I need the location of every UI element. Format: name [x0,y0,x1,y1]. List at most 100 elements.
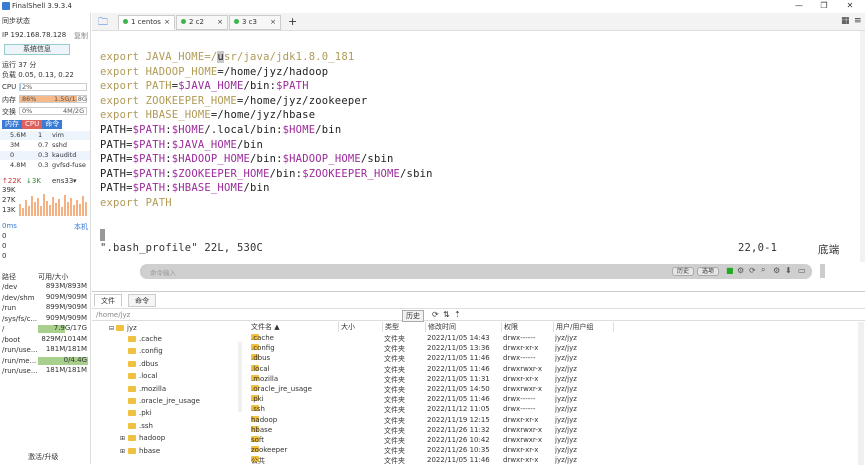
grid-view-icon[interactable]: ▦ [841,16,850,26]
cpu-label: CPU [2,83,17,91]
window-icon[interactable]: ▭ [798,266,806,275]
tab-files[interactable]: 文件 [94,294,122,307]
terminal-scrollbar[interactable] [860,31,865,262]
path-input[interactable]: /home/jyz [96,311,130,319]
column-header[interactable]: 修改时间 [426,322,502,332]
tab-c3[interactable]: 3 c3 × [229,15,281,30]
add-tab-icon[interactable]: + [288,15,297,28]
command-input[interactable]: 命令输入 [150,267,176,277]
process-row[interactable]: 5.6M 1 vim [0,131,90,140]
folder-icon [128,336,136,342]
tree-item[interactable]: .config [120,347,163,355]
history-button[interactable]: 历史 [672,267,695,276]
column-header[interactable]: 用户/用户组 [554,322,614,332]
file-row[interactable]: zookeeper 文件夹 2022/11/26 10:35 drwxr-xr-x jy… [249,446,865,456]
cmd-scroll[interactable] [820,264,825,278]
tree-item[interactable]: .oracle_jre_usage [120,397,200,405]
tab-c2[interactable]: 2 c2 × [176,15,228,30]
maximize-icon[interactable]: ❐ [817,1,831,11]
tree-item-label: .config [139,347,163,356]
net-interface[interactable]: ens33 [52,177,73,185]
column-header[interactable]: 大小 [339,322,383,332]
folder-icon[interactable]: 🗀 [98,15,108,32]
collapse-icon[interactable]: ⊟ [109,325,114,332]
upgrade-link[interactable]: 激活/升级 [28,452,58,462]
tree-item[interactable]: .pki [120,409,152,417]
tab-centos[interactable]: 1 centos × [118,15,175,30]
close-tab-icon[interactable]: × [164,16,170,29]
process-row[interactable]: 4.8M 0.3 gvfsd-fuse [0,161,90,170]
tree-root[interactable]: ⊟ jyz [109,324,137,332]
proc-cmd: kauditd [52,151,77,159]
file-type: 文件夹 [384,396,405,405]
tree-scrollbar[interactable] [238,342,242,412]
file-row[interactable]: 公共 文件夹 2022/11/05 11:46 drwxr-xr-x jyz/jyz [249,456,865,466]
path-history-button[interactable]: 历史 [402,310,424,322]
refresh-icon[interactable]: ⟳ [432,310,439,319]
expand-icon[interactable]: ⊞ [120,435,128,442]
tree-item[interactable]: .ssh [120,422,153,430]
file-row[interactable]: .dbus 文件夹 2022/11/05 11:46 drwx------ jyz/jy… [249,354,865,364]
tree-item[interactable]: .local [120,372,158,380]
terminal-token: $JAVA_HOME [178,80,244,93]
file-manager: 文件 命令 /home/jyz 历史 ⟳ ⇅ ⇡ ⊟ jyz .cache .con… [92,291,865,466]
terminal-line: export PATH [100,197,172,209]
file-row[interactable]: soft 文件夹 2022/11/26 10:42 drwxrwxr-x jyz/jyz [249,436,865,446]
close-tab-icon[interactable]: × [217,16,223,29]
proc-tab-mem[interactable]: 内存 [2,120,22,129]
file-owner: jyz/jyz [555,415,577,424]
swap-value: 4M/2G [63,107,85,115]
ping-row: 0 [2,252,7,260]
tree-item[interactable]: .cache [120,335,162,343]
file-row[interactable]: .oracle_jre_usage 文件夹 2022/11/05 14:50 drwx… [249,385,865,395]
refresh-icon[interactable]: ⟳ [749,266,756,275]
file-row[interactable]: .ssh 文件夹 2022/11/12 11:05 drwx------ jyz/jyz [249,405,865,415]
column-header[interactable]: 权限 [502,322,554,332]
tree-item[interactable]: .dbus [120,360,158,368]
search-icon[interactable]: ⌕ [761,265,765,275]
file-row[interactable]: .pki 文件夹 2022/11/05 11:46 drwx------ jyz/jyz [249,395,865,405]
close-tab-icon[interactable]: × [270,16,276,29]
file-row[interactable]: .mozilla 文件夹 2022/11/05 11:31 drwxr-xr-x jyz… [249,374,865,385]
menu-icon[interactable]: ≡ [854,16,862,26]
file-scrollbar[interactable] [858,322,864,465]
process-row[interactable]: 0 0.3 kauditd [0,151,90,160]
column-header[interactable]: 类型 [383,322,426,332]
sysinfo-button[interactable]: 系统信息 [4,44,70,55]
file-type: 文件夹 [384,375,405,384]
minimize-icon[interactable]: — [792,1,806,11]
file-row[interactable]: .cache 文件夹 2022/11/05 14:43 drwx------ jyz/j… [249,334,865,344]
download-icon[interactable]: ⬇ [785,266,792,275]
column-header[interactable]: 文件名 ▲ [249,322,339,332]
file-permissions: drwxr-xr-x [503,456,539,465]
expand-icon[interactable]: ⊞ [120,448,128,455]
window-title: FinalShell 3.9.3.4 [12,2,72,10]
tab-commands[interactable]: 命令 [128,294,156,307]
cpu-bar: 2% [19,83,87,91]
file-row[interactable]: hadoop 文件夹 2022/11/19 12:15 drwxr-xr-x jyz/j… [249,415,865,426]
tree-item[interactable]: ⊞ hbase [120,447,160,455]
file-row[interactable]: .config 文件夹 2022/11/05 13:36 drwxr-xr-x jyz/… [249,344,865,354]
upload-icon[interactable]: ⇡ [454,310,461,319]
ping-host[interactable]: 本机 [74,222,88,232]
terminal[interactable]: export JAVA_HOME=/usr/java/jdk1.8.0_181 e… [92,31,865,262]
gear-icon[interactable]: ⚙ [773,266,780,275]
file-mtime: 2022/11/26 11:32 [427,425,490,434]
file-row[interactable]: .local 文件夹 2022/11/05 11:46 drwxrwxr-x jyz/j… [249,364,865,375]
terminal-token: ZOOKEEPER_HOME [145,94,237,107]
proc-tab-cpu[interactable]: CPU [22,120,43,129]
command-input-bar[interactable]: 命令输入 历史 选项 ■ ⚙ ⟳ ⌕ ⚙ ⬇ ▭ [140,264,812,279]
proc-mem: 3M [10,141,20,149]
close-icon[interactable]: ✕ [843,1,857,11]
proc-tab-cmd[interactable]: 命令 [42,120,63,129]
up-down-icon[interactable]: ⇅ [443,310,450,319]
process-row[interactable]: 3M 0.7 sshd [0,141,90,150]
tree-item[interactable]: ⊞ hadoop [120,434,165,442]
file-row[interactable]: hbase 文件夹 2022/11/26 11:32 drwxrwxr-x jyz/jy… [249,425,865,436]
copy-link[interactable]: 复制 [74,31,88,41]
settings-icon[interactable]: ⚙ [737,266,744,275]
chevron-down-icon[interactable]: ▾ [73,177,77,185]
send-icon[interactable]: ■ [726,266,734,275]
options-button[interactable]: 选项 [697,267,720,276]
tree-item[interactable]: .mozilla [120,385,166,393]
